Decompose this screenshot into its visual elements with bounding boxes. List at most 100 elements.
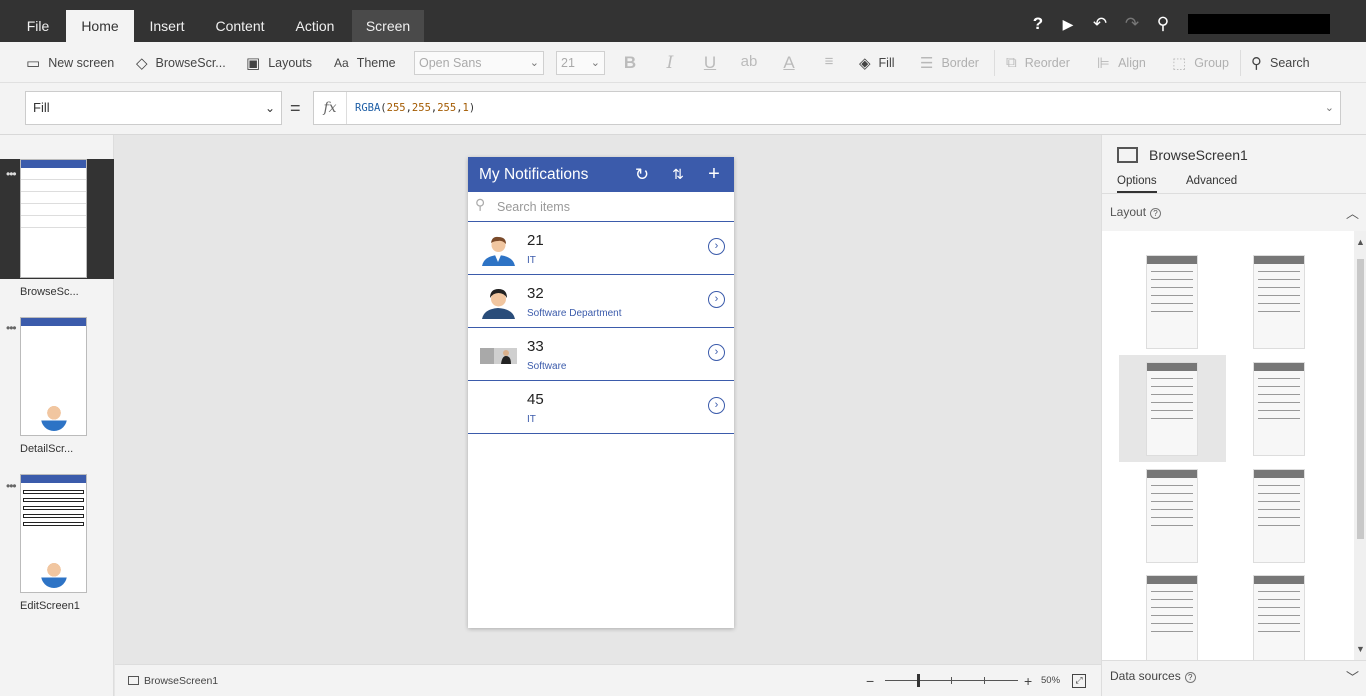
refresh-icon[interactable]: ↻ (632, 157, 652, 192)
browse-screen-button[interactable]: ◇ BrowseScr... (136, 42, 226, 83)
screens-panel: ••• BrowseSc... ••• DetailScr... ••• Edi… (0, 135, 114, 696)
menu-bar: File Home Insert Content Action Screen ?… (0, 0, 1366, 42)
zoom-in-button[interactable]: + (1024, 665, 1032, 696)
layout-option[interactable] (1146, 362, 1198, 456)
section-divider (1102, 660, 1366, 661)
layouts-icon: ▣ (246, 54, 261, 72)
zoom-slider-handle[interactable] (917, 674, 920, 687)
item-title: 45 (527, 391, 544, 408)
new-screen-button[interactable]: ▭ New screen (26, 42, 114, 83)
chevron-up-icon[interactable]: ︿ (1346, 203, 1359, 222)
layout-option[interactable] (1146, 255, 1198, 349)
search-icon: ⚲ (1251, 54, 1262, 72)
undo-icon[interactable]: ↶ (1089, 12, 1111, 36)
expand-formula-icon[interactable]: ⌄ (1325, 92, 1334, 124)
tab-advanced[interactable]: Advanced (1186, 175, 1237, 187)
item-title: 33 (527, 338, 544, 355)
layout-gallery (1102, 231, 1354, 660)
item-subtitle: Software Department (527, 308, 622, 319)
redo-icon[interactable]: ↷ (1121, 12, 1143, 36)
layout-scrollbar[interactable]: ▲ ▼ (1354, 231, 1366, 660)
tag-icon: ◇ (136, 54, 148, 72)
help-icon[interactable]: ? (1184, 672, 1196, 683)
fx-icon: fx (314, 92, 347, 124)
bold-button[interactable]: B (619, 53, 641, 73)
menu-tab-home[interactable]: Home (66, 10, 134, 42)
menu-tab-file[interactable]: File (18, 10, 58, 42)
layouts-button[interactable]: ▣ Layouts (246, 42, 312, 83)
selected-screen-name: BrowseScreen1 (1149, 147, 1248, 163)
data-sources-section-header[interactable]: Data sources? (1110, 669, 1196, 683)
screen-thumb-edit[interactable] (20, 474, 87, 593)
chevron-down-icon[interactable]: ﹀ (1346, 667, 1359, 686)
layout-option[interactable] (1253, 469, 1305, 563)
fit-to-window-icon[interactable]: ⤢ (1072, 674, 1086, 688)
more-options-icon[interactable]: ••• (6, 321, 17, 335)
app-header: My Notifications ↻ ⇅ + (468, 157, 734, 192)
theme-button[interactable]: Aa Theme (334, 42, 396, 83)
formula-input[interactable]: fx RGBA(255,255,255,1) ⌄ (313, 91, 1341, 125)
paint-bucket-icon: ◈ (859, 54, 871, 72)
add-icon[interactable]: + (704, 157, 724, 192)
help-icon[interactable]: ? (1027, 12, 1049, 36)
layout-section-header[interactable]: Layout? (1110, 205, 1162, 219)
more-options-icon[interactable]: ••• (6, 167, 17, 181)
avatar (480, 287, 517, 319)
play-icon[interactable]: ▶ (1057, 12, 1079, 36)
layout-option[interactable] (1146, 575, 1198, 660)
help-icon[interactable]: ? (1150, 208, 1162, 219)
search-bar[interactable]: ⚲ Search items (468, 192, 734, 222)
app-preview: My Notifications ↻ ⇅ + ⚲ Search items 21… (468, 157, 734, 628)
underline-button[interactable]: U (699, 53, 721, 73)
zoom-out-button[interactable]: − (866, 665, 874, 696)
fill-button[interactable]: ◈ Fill (859, 42, 895, 83)
list-item[interactable]: 33 Software › (468, 328, 734, 381)
scroll-down-icon[interactable]: ▼ (1356, 644, 1365, 654)
menu-tab-content[interactable]: Content (206, 10, 274, 42)
ribbon-divider (1240, 50, 1241, 76)
scroll-up-icon[interactable]: ▲ (1356, 237, 1365, 247)
layout-option[interactable] (1146, 469, 1198, 563)
font-color-button[interactable]: A (778, 53, 800, 73)
menu-tab-insert[interactable]: Insert (140, 10, 194, 42)
more-options-icon[interactable]: ••• (6, 479, 17, 493)
font-size-select[interactable]: 21 ⌄ (556, 51, 605, 75)
menu-tab-action[interactable]: Action (284, 10, 346, 42)
chevron-right-icon[interactable]: › (708, 291, 725, 308)
sort-icon[interactable]: ⇅ (668, 157, 688, 192)
tab-options[interactable]: Options (1117, 175, 1157, 193)
screen-thumb-detail[interactable] (20, 317, 87, 436)
list-item[interactable]: 21 IT › (468, 222, 734, 275)
scroll-thumb[interactable] (1357, 259, 1364, 539)
list-item[interactable]: 32 Software Department › (468, 275, 734, 328)
chevron-down-icon: ⌄ (590, 57, 600, 69)
chevron-right-icon[interactable]: › (708, 397, 725, 414)
properties-panel: BrowseScreen1 Options Advanced Layout? ︿ (1101, 135, 1366, 696)
list-item[interactable]: 45 IT › (468, 381, 734, 434)
layout-option[interactable] (1253, 362, 1305, 456)
group-button[interactable]: ⬚ Group (1172, 42, 1229, 83)
avatar-icon (41, 405, 67, 431)
align-button[interactable]: ⊫ Align (1097, 42, 1146, 83)
italic-button[interactable]: I (659, 53, 681, 73)
font-family-select[interactable]: Open Sans ⌄ (414, 51, 544, 75)
ribbon-toolbar: ▭ New screen ◇ BrowseScr... ▣ Layouts Aa The… (0, 42, 1366, 83)
chevron-right-icon[interactable]: › (708, 344, 725, 361)
search-icon: ⚲ (475, 196, 486, 212)
menu-tab-screen[interactable]: Screen (352, 10, 424, 42)
avatar (480, 234, 517, 266)
strikethrough-button[interactable]: ab (738, 53, 760, 70)
search-button[interactable]: ⚲ Search (1251, 42, 1310, 83)
layout-option[interactable] (1253, 575, 1305, 660)
status-screen-name: BrowseScreen1 (144, 675, 219, 687)
border-button[interactable]: ☰ Border (920, 42, 979, 83)
search-input[interactable]: Search items (497, 192, 570, 222)
reorder-button[interactable]: ⧉ Reorder (1006, 42, 1070, 83)
reorder-icon: ⧉ (1006, 54, 1017, 71)
text-align-icon[interactable]: ≡ (818, 53, 840, 70)
chevron-right-icon[interactable]: › (708, 238, 725, 255)
screen-thumb-browse[interactable]: ••• (0, 159, 114, 279)
property-select[interactable]: Fill ⌄ (25, 91, 282, 125)
layout-option[interactable] (1253, 255, 1305, 349)
user-icon[interactable]: ⚲ (1152, 12, 1174, 36)
